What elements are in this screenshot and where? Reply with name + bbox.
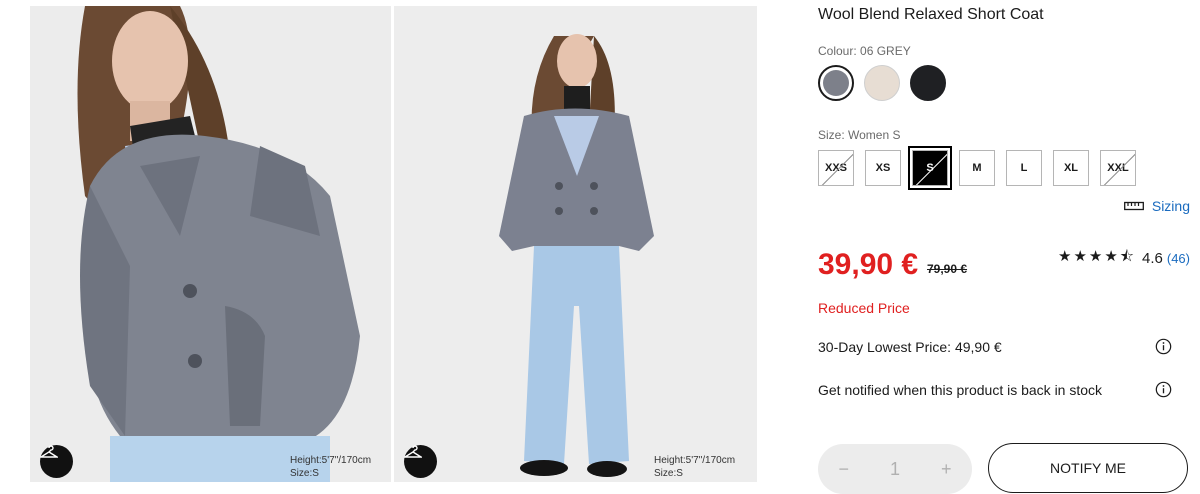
- product-gallery: Height:5'7"/170cm Size:S Height:5'7"/170…: [0, 0, 800, 482]
- ruler-icon: [1123, 201, 1144, 211]
- original-price: 79,90 €: [927, 262, 968, 276]
- quantity-decrease-button[interactable]: −: [838, 459, 849, 480]
- product-details-panel: Wool Blend Relaxed Short Coat Colour: 06…: [818, 0, 1190, 494]
- colour-swatches: [818, 65, 946, 101]
- colour-swatch-black[interactable]: [910, 65, 946, 101]
- model-closeup-illustration: [30, 6, 391, 482]
- size-option-xl[interactable]: XL: [1053, 150, 1089, 186]
- lowest-price-row: 30-Day Lowest Price: 49,90 €: [818, 338, 1172, 355]
- size-option-xxs[interactable]: XXS: [818, 150, 854, 186]
- size-options: XXS XS S M L XL XXL: [818, 146, 1136, 190]
- hanger-icon[interactable]: [40, 445, 73, 478]
- quantity-increase-button[interactable]: +: [941, 459, 952, 480]
- star-rating-icon: ★★★★⯪: [1058, 248, 1137, 265]
- product-photo-closeup[interactable]: Height:5'7"/170cm Size:S: [30, 6, 391, 482]
- model-info: Height:5'7"/170cm Size:S: [654, 454, 735, 480]
- sizing-link[interactable]: Sizing: [1123, 198, 1190, 214]
- reduced-price-label: Reduced Price: [818, 300, 910, 316]
- model-height: Height:5'7"/170cm: [290, 455, 372, 466]
- size-label: Size: Women S: [818, 128, 901, 142]
- size-option-xs[interactable]: XS: [865, 150, 901, 186]
- size-option-xxl[interactable]: XXL: [1100, 150, 1136, 186]
- product-photo-fullbody[interactable]: Height:5'7"/170cm Size:S: [394, 6, 757, 482]
- model-height: Height:5'7"/170cm: [654, 455, 736, 466]
- hanger-icon[interactable]: [404, 445, 437, 478]
- colour-swatch-beige[interactable]: [864, 65, 900, 101]
- sizing-link-label[interactable]: Sizing: [1152, 198, 1190, 214]
- size-option-label: M: [972, 162, 982, 174]
- colour-swatch-grey[interactable]: [818, 65, 854, 101]
- swatch-color-dot: [823, 70, 849, 96]
- notify-me-button[interactable]: NOTIFY ME: [988, 443, 1188, 493]
- size-option-m[interactable]: M: [959, 150, 995, 186]
- size-option-label: XS: [875, 162, 891, 174]
- stock-notice-text: Get notified when this product is back i…: [818, 381, 1103, 398]
- model-info: Height:5'7"/170cm Size:S: [290, 454, 371, 480]
- model-size: Size:S: [654, 468, 683, 479]
- size-option-l[interactable]: L: [1006, 150, 1042, 186]
- stock-notice-row: Get notified when this product is back i…: [818, 381, 1172, 398]
- product-title: Wool Blend Relaxed Short Coat: [818, 6, 1044, 23]
- size-option-s[interactable]: S: [908, 146, 952, 190]
- lowest-price-text: 30-Day Lowest Price: 49,90 €: [818, 338, 1002, 355]
- size-option-label: XL: [1063, 162, 1079, 174]
- info-icon[interactable]: [1155, 338, 1172, 355]
- size-option-label: L: [1020, 162, 1028, 174]
- review-count-link[interactable]: (46): [1167, 251, 1190, 266]
- current-price: 39,90 €: [818, 248, 919, 281]
- quantity-value[interactable]: 1: [890, 459, 900, 480]
- colour-label: Colour: 06 GREY: [818, 44, 911, 58]
- quantity-stepper: − 1 +: [818, 444, 972, 494]
- model-size: Size:S: [290, 468, 319, 479]
- product-rating[interactable]: ★★★★⯪ 4.6 (46): [1058, 246, 1190, 271]
- unavailable-slash: [914, 151, 947, 185]
- model-fullbody-illustration: [394, 6, 757, 482]
- info-icon[interactable]: [1155, 381, 1172, 398]
- rating-value: 4.6: [1142, 250, 1163, 267]
